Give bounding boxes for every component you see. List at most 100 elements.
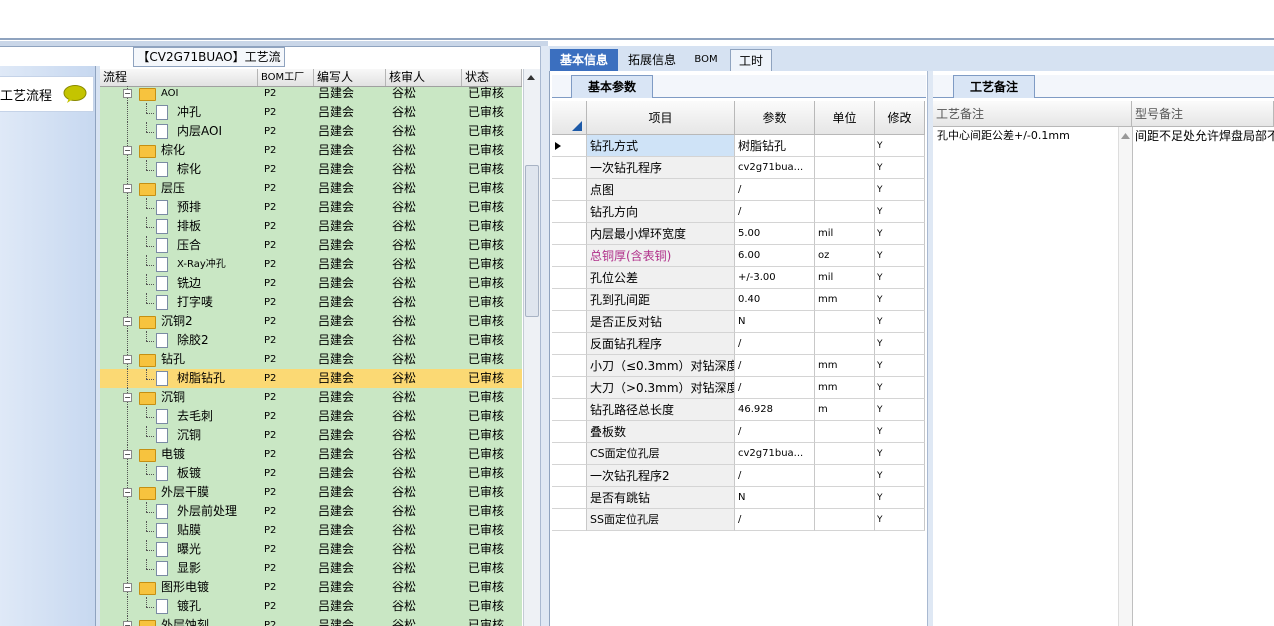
col-header-flow[interactable]: 流程 [100,69,258,86]
param-cell-value[interactable]: 5.00 [735,223,815,245]
tree-row[interactable]: 压合 P2 吕建会 谷松 已审核 [100,236,522,255]
row-selector[interactable] [552,443,587,465]
row-selector[interactable] [552,487,587,509]
param-row[interactable]: 钻孔路径总长度 46.928 m Y [552,399,925,421]
param-cell-value[interactable]: / [735,421,815,443]
row-selector[interactable] [552,509,587,531]
subtab-basic-params[interactable]: 基本参数 [571,75,653,98]
tree-row[interactable]: − 图形电镀 P2 吕建会 谷松 已审核 [100,578,522,597]
param-cell-value[interactable]: 树脂钻孔 [735,135,815,157]
param-row[interactable]: 钻孔方式 树脂钻孔 Y [552,135,925,157]
scroll-up-arrow-icon[interactable] [1121,132,1130,139]
param-row[interactable]: 孔到孔间距 0.40 mm Y [552,289,925,311]
row-selector[interactable] [552,201,587,223]
param-row[interactable]: 是否有跳钻 N Y [552,487,925,509]
tree-row[interactable]: 板镀 P2 吕建会 谷松 已审核 [100,464,522,483]
row-selector[interactable] [552,223,587,245]
row-selector[interactable] [552,311,587,333]
tree-row[interactable]: 镀孔 P2 吕建会 谷松 已审核 [100,597,522,616]
tree-scrollbar[interactable] [523,69,540,626]
row-selector[interactable] [552,135,587,157]
tree-row[interactable]: − 外层干膜 P2 吕建会 谷松 已审核 [100,483,522,502]
param-row[interactable]: 一次钻孔程序 cv2g71bua... Y [552,157,925,179]
col-header-reviewer[interactable]: 核审人 [386,69,462,86]
param-cell-value[interactable]: cv2g71bua... [735,157,815,179]
tree-row[interactable]: − AOI P2 吕建会 谷松 已审核 [100,86,522,103]
row-selector[interactable] [552,157,587,179]
param-row[interactable]: 小刀（≤0.3mm）对钻深度 / mm Y [552,355,925,377]
param-cell-value[interactable]: cv2g71bua... [735,443,815,465]
param-cell-value[interactable]: N [735,487,815,509]
param-row[interactable]: 一次钻孔程序2/ Y [552,465,925,487]
param-cell-value[interactable]: / [735,355,815,377]
col-header-param[interactable]: 参数 [735,101,815,135]
collapse-icon[interactable]: − [123,89,132,98]
row-selector[interactable] [552,399,587,421]
splitter-middle[interactable] [540,46,549,626]
param-row[interactable]: SS面定位孔层 / Y [552,509,925,531]
tree-row[interactable]: − 外层蚀刻 P2 吕建会 谷松 已审核 [100,616,522,626]
row-selector[interactable] [552,465,587,487]
row-selector[interactable] [552,267,587,289]
param-row[interactable]: 钻孔方向 / Y [552,201,925,223]
collapse-icon[interactable]: − [123,317,132,326]
param-row[interactable]: 大刀（>0.3mm）对钻深度 / mm Y [552,377,925,399]
collapse-icon[interactable]: − [123,488,132,497]
tree-row[interactable]: − 沉铜 P2 吕建会 谷松 已审核 [100,388,522,407]
tree-row[interactable]: 显影 P2 吕建会 谷松 已审核 [100,559,522,578]
param-row[interactable]: 是否正反对钻 N Y [552,311,925,333]
collapse-icon[interactable]: − [123,355,132,364]
col-header-bom[interactable]: BOM工厂 [258,69,314,86]
param-cell-value[interactable]: 0.40 [735,289,815,311]
param-cell-value[interactable]: / [735,179,815,201]
collapse-icon[interactable]: − [123,184,132,193]
param-cell-value[interactable]: N [735,311,815,333]
param-row[interactable]: 叠板数 / Y [552,421,925,443]
tab-bom[interactable]: BOM [686,49,726,71]
tree-row[interactable]: 沉铜 P2 吕建会 谷松 已审核 [100,426,522,445]
collapse-icon[interactable]: − [123,146,132,155]
col-header-writer[interactable]: 编写人 [314,69,386,86]
subtab-process-notes[interactable]: 工艺备注 [953,75,1035,98]
tree-row[interactable]: 冲孔 P2 吕建会 谷松 已审核 [100,103,522,122]
param-cell-value[interactable]: +/-3.00 [735,267,815,289]
param-cell-value[interactable]: / [735,377,815,399]
tab-work-hours[interactable]: 工时 [730,49,772,72]
note-scrollbar[interactable] [1118,127,1132,626]
param-row[interactable]: CS面定位孔层 cv2g71bua... Y [552,443,925,465]
collapse-icon[interactable]: − [123,621,132,626]
param-row[interactable]: 点图 / Y [552,179,925,201]
row-selector[interactable] [552,245,587,267]
param-row[interactable]: 总铜厚(含表铜) 6.00 oz Y [552,245,925,267]
tree-row[interactable]: 贴膜 P2 吕建会 谷松 已审核 [100,521,522,540]
row-selector[interactable] [552,421,587,443]
col-header-process-note[interactable]: 工艺备注 [933,101,1132,127]
tree-row[interactable]: 内层AOI P2 吕建会 谷松 已审核 [100,122,522,141]
tree-row[interactable]: 曝光 P2 吕建会 谷松 已审核 [100,540,522,559]
param-row[interactable]: 孔位公差 +/-3.00 mil Y [552,267,925,289]
row-selector[interactable] [552,179,587,201]
param-row[interactable]: 内层最小焊环宽度 5.00 mil Y [552,223,925,245]
tree-row[interactable]: 棕化 P2 吕建会 谷松 已审核 [100,160,522,179]
col-header-model-note[interactable]: 型号备注 [1132,101,1274,127]
tab-extended-info[interactable]: 拓展信息 [620,49,684,71]
tree-scrollbar-thumb[interactable] [525,165,539,317]
tree-row[interactable]: − 钻孔 P2 吕建会 谷松 已审核 [100,350,522,369]
tree-row[interactable]: 去毛刺 P2 吕建会 谷松 已审核 [100,407,522,426]
collapse-icon[interactable]: − [123,450,132,459]
row-selector[interactable] [552,333,587,355]
tree-row[interactable]: 排板 P2 吕建会 谷松 已审核 [100,217,522,236]
tree-row[interactable]: 打字唛 P2 吕建会 谷松 已审核 [100,293,522,312]
row-selector[interactable] [552,355,587,377]
param-cell-value[interactable]: / [735,465,815,487]
tree-row[interactable]: − 电镀 P2 吕建会 谷松 已审核 [100,445,522,464]
tree-row[interactable]: − 棕化 P2 吕建会 谷松 已审核 [100,141,522,160]
param-cell-value[interactable]: 6.00 [735,245,815,267]
param-cell-value[interactable]: / [735,509,815,531]
col-header-item[interactable]: 项目 [587,101,735,135]
row-selector[interactable] [552,377,587,399]
param-row[interactable]: 反面钻孔程序 / Y [552,333,925,355]
col-header-status[interactable]: 状态 [462,69,522,86]
param-cell-value[interactable]: / [735,333,815,355]
tree-row[interactable]: 铣边 P2 吕建会 谷松 已审核 [100,274,522,293]
